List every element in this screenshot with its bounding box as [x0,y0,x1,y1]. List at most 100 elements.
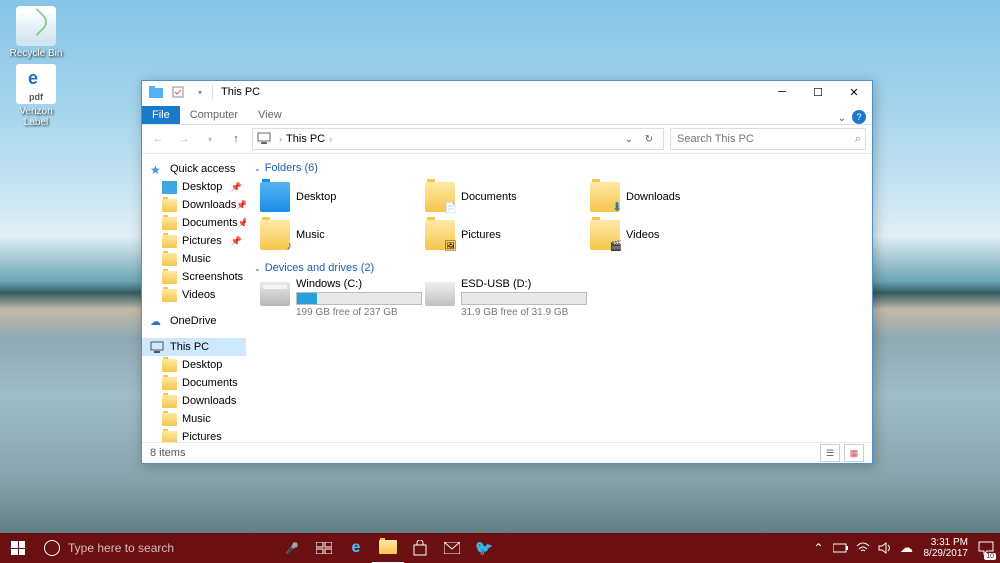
pdf-icon [16,64,56,104]
refresh-button[interactable]: ↻ [639,129,659,149]
nav-item-music[interactable]: Music [142,250,246,268]
nav-pc-desktop[interactable]: Desktop [142,356,246,374]
nav-pc-documents[interactable]: Documents [142,374,246,392]
item-label: Music [296,229,325,241]
help-button[interactable]: ? [852,110,866,124]
usb-drive-icon [425,282,455,306]
pin-icon: 📌 [236,200,246,211]
ribbon-tab-file[interactable]: File [142,106,180,124]
close-button[interactable]: ✕ [836,81,872,103]
search-icon[interactable]: ⌕ [855,133,861,146]
tray-overflow-icon[interactable]: ⌃ [808,533,830,563]
breadcrumb-location[interactable]: This PC [286,133,325,145]
desktop[interactable]: Recycle Bin Verizon Label ▾ This PC ─ ☐ … [0,0,1000,563]
nav-this-pc[interactable]: This PC [142,338,246,356]
minimize-button[interactable]: ─ [764,81,800,103]
desktop-icon-verizon-label[interactable]: Verizon Label [6,64,66,128]
folder-icon [162,217,177,230]
taskbar-app-twitter[interactable]: 🐦 [468,533,500,563]
action-center-button[interactable]: 10 [974,533,998,563]
nav-item-pictures[interactable]: Pictures📌 [142,232,246,250]
nav-label: Downloads [182,199,236,211]
folder-item-videos[interactable]: 🎬Videos [584,216,749,254]
battery-icon[interactable] [830,533,852,563]
nav-recent-dropdown[interactable]: ▾ [200,129,220,149]
pin-icon: 📌 [231,182,242,193]
taskbar[interactable]: Type here to search 🎤 e 🐦 ⌃ ☁ 3:31 PM 8/… [0,533,1000,563]
folder-item-pictures[interactable]: 🖼Pictures [419,216,584,254]
breadcrumb-dropdown-icon[interactable]: ⌄ [619,129,639,149]
nav-label: Documents [182,377,238,389]
nav-quick-access[interactable]: ★Quick access [142,160,246,178]
mic-icon[interactable]: 🎤 [276,533,308,563]
nav-label: Downloads [182,395,236,407]
view-large-icons-button[interactable]: ▦ [844,444,864,462]
nav-pane[interactable]: ★Quick access Desktop📌 Downloads📌 Docume… [142,154,246,442]
nav-label: Desktop [182,359,222,371]
search-input[interactable] [675,132,855,146]
folder-item-music[interactable]: ♪Music [254,216,419,254]
nav-up-button[interactable]: ↑ [226,129,246,149]
view-details-button[interactable]: ☰ [820,444,840,462]
taskbar-app-mail[interactable] [436,533,468,563]
nav-item-videos[interactable]: Videos [142,286,246,304]
drive-subtext: 199 GB free of 237 GB [296,307,422,318]
nav-item-screenshots[interactable]: Screenshots [142,268,246,286]
nav-label: This PC [170,341,209,353]
nav-forward-button[interactable]: → [174,129,194,149]
drive-name: ESD-USB (D:) [461,278,587,290]
separator [212,85,213,99]
content-pane[interactable]: ⌄Folders (6) Desktop 📄Documents ⬇Downloa… [246,154,872,442]
pin-icon: 📌 [238,218,246,229]
taskbar-app-file-explorer[interactable] [372,532,404,563]
taskbar-app-edge[interactable]: e [340,533,372,563]
task-view-button[interactable] [308,533,340,563]
chevron-right-icon[interactable]: › [279,134,282,144]
taskbar-app-store[interactable] [404,533,436,563]
breadcrumb-bar[interactable]: › This PC › ⌄ ↻ [252,128,664,150]
desktop-icon-recycle-bin[interactable]: Recycle Bin [6,6,66,59]
date-text: 8/29/2017 [924,548,969,559]
group-header-drives[interactable]: ⌄Devices and drives (2) [254,258,864,278]
nav-pc-music[interactable]: Music [142,410,246,428]
taskbar-search[interactable]: Type here to search [36,533,276,563]
qat-dropdown-icon[interactable]: ▾ [192,84,208,100]
volume-icon[interactable] [874,533,896,563]
chevron-right-icon[interactable]: › [329,134,332,144]
folder-item-downloads[interactable]: ⬇Downloads [584,178,749,216]
address-bar-row: ← → ▾ ↑ › This PC › ⌄ ↻ ⌕ [142,125,872,154]
nav-item-documents[interactable]: Documents📌 [142,214,246,232]
maximize-button[interactable]: ☐ [800,81,836,103]
capacity-bar [296,292,422,305]
drive-item-windows-c[interactable]: Windows (C:) 199 GB free of 237 GB [254,278,419,318]
window-body: ★Quick access Desktop📌 Downloads📌 Docume… [142,154,872,442]
ribbon-tab-view[interactable]: View [248,106,292,124]
nav-pc-pictures[interactable]: Pictures [142,428,246,442]
documents-folder-icon: 📄 [425,182,455,212]
ribbon-tab-computer[interactable]: Computer [180,106,248,124]
onedrive-tray-icon[interactable]: ☁ [896,533,918,563]
nav-label: Screenshots [182,271,243,283]
ribbon-expand-icon[interactable]: ⌄ [838,113,846,124]
folder-item-desktop[interactable]: Desktop [254,178,419,216]
chevron-down-icon: ⌄ [254,264,261,273]
os-drive-icon [260,282,290,306]
videos-folder-icon: 🎬 [590,220,620,250]
titlebar[interactable]: ▾ This PC ─ ☐ ✕ [142,81,872,103]
taskbar-clock[interactable]: 3:31 PM 8/29/2017 [918,537,975,559]
drive-item-esd-usb-d[interactable]: ESD-USB (D:) 31.9 GB free of 31.9 GB [419,278,584,318]
nav-onedrive[interactable]: ☁OneDrive [142,312,246,330]
nav-item-desktop[interactable]: Desktop📌 [142,178,246,196]
group-header-folders[interactable]: ⌄Folders (6) [254,158,864,178]
start-button[interactable] [0,533,36,563]
search-box[interactable]: ⌕ [670,128,866,150]
nav-item-downloads[interactable]: Downloads📌 [142,196,246,214]
wifi-icon[interactable] [852,533,874,563]
nav-back-button[interactable]: ← [148,129,168,149]
icon-label: Verizon Label [6,106,66,128]
group-drives: ⌄Devices and drives (2) Windows (C:) 199… [254,258,864,318]
qat-properties-icon[interactable] [170,84,186,100]
nav-pc-downloads[interactable]: Downloads [142,392,246,410]
folder-icon [162,377,177,390]
folder-item-documents[interactable]: 📄Documents [419,178,584,216]
